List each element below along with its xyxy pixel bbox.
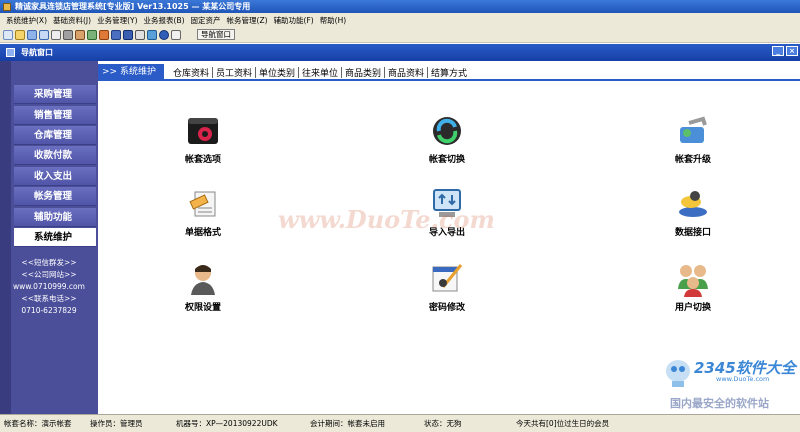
sidebar-info: <<短信群发>> <<公司网站>> www.0710999.com <<联系电话…	[0, 257, 98, 317]
new-doc-icon[interactable]	[3, 29, 13, 40]
account-options-button[interactable]: 帐套选项	[158, 113, 248, 165]
status-bar: 帐套名称：演示帐套 操作员：管理员 机器号：XP—20130922UDK 会计期…	[0, 414, 800, 432]
voucher-format-icon	[189, 191, 216, 217]
nav-window-title: 导航窗口	[21, 48, 53, 57]
account-upgrade-button[interactable]: 帐套升级	[648, 113, 738, 165]
status-operator: 操作员：管理员	[90, 419, 143, 428]
nav-window-header: 导航窗口 _ ×	[0, 44, 800, 61]
minimize-icon[interactable]: _	[772, 46, 784, 56]
tab-product-data[interactable]: 商品资料	[385, 66, 427, 79]
status-state: 状态：无狗	[424, 419, 462, 428]
website-url[interactable]: www.0710999.com	[0, 281, 98, 293]
save-icon[interactable]	[123, 29, 133, 40]
menu-system[interactable]: 系统维护(X)	[3, 15, 50, 26]
password-change-icon	[432, 264, 463, 292]
help-icon[interactable]	[159, 29, 169, 40]
toolbar: 导航窗口	[0, 27, 800, 43]
data-interface-label: 数据接口	[674, 228, 711, 238]
sidebar-item-purchase[interactable]: 采购管理	[14, 85, 96, 104]
voucher-format-button[interactable]: 单据格式	[158, 186, 248, 238]
account-switch-icon	[433, 117, 461, 145]
account-upgrade-label: 帐套升级	[674, 155, 711, 165]
nav-window-icon	[6, 48, 15, 57]
voucher-format-label: 单据格式	[184, 228, 221, 238]
user-icon[interactable]	[75, 29, 85, 40]
duote-watermark: www.DuoTe.com	[278, 205, 495, 234]
phone-label: <<联系电话>>	[21, 294, 77, 303]
table-icon[interactable]	[39, 29, 49, 40]
sidebar-item-aux[interactable]: 辅助功能	[14, 208, 96, 227]
sidebar-item-warehouse[interactable]: 仓库管理	[14, 126, 96, 145]
sidebar-item-payments[interactable]: 收款付款	[14, 146, 96, 165]
chart-icon[interactable]	[99, 29, 109, 40]
sidebar-item-sales[interactable]: 销售管理	[14, 106, 96, 125]
close-icon[interactable]: ×	[786, 46, 798, 56]
info-icon[interactable]	[171, 29, 181, 40]
phone-number: 0710-6237829	[21, 306, 77, 315]
print-icon[interactable]	[135, 29, 145, 40]
account-switch-button[interactable]: 帐套切换	[402, 113, 492, 165]
menu-reports[interactable]: 业务报表(B)	[141, 15, 188, 26]
window-icon[interactable]	[111, 29, 121, 40]
password-change-label: 密码修改	[428, 303, 465, 313]
tab-partners[interactable]: 往来单位	[299, 66, 341, 79]
robot-logo-icon	[666, 360, 690, 387]
window-controls: _ ×	[772, 46, 798, 56]
list-icon[interactable]	[27, 29, 37, 40]
sidebar-item-income[interactable]: 收入支出	[14, 167, 96, 186]
tools-icon[interactable]	[63, 29, 73, 40]
menu-accounts[interactable]: 帐务管理(Z)	[224, 15, 271, 26]
status-birthday: 今天共有[0]位过生日的会员	[516, 419, 610, 428]
tab-warehouse-data[interactable]: 仓库资料	[170, 66, 212, 79]
form-icon[interactable]	[51, 29, 61, 40]
export-icon[interactable]	[147, 29, 157, 40]
module-tab-bar: >> 系统维护 仓库资料 员工资料 单位类别 往来单位 商品类别 商品资料 结算…	[98, 64, 800, 81]
user-switch-icon	[678, 265, 708, 297]
menu-assets[interactable]: 固定资产	[188, 15, 224, 26]
app-icon	[3, 2, 11, 11]
nav-window-button[interactable]: 导航窗口	[197, 29, 235, 40]
tab-current: >> 系统维护	[98, 64, 164, 80]
tab-staff-data[interactable]: 员工资料	[213, 66, 255, 79]
menu-bar: 系统维护(X) 基础资料(J) 业务管理(Y) 业务报表(B) 固定资产 帐务管…	[0, 13, 800, 27]
permission-settings-label: 权限设置	[184, 303, 221, 313]
status-machine: 机器号：XP—20130922UDK	[176, 419, 278, 428]
account-options-label: 帐套选项	[184, 155, 221, 165]
sidebar-strip	[0, 61, 11, 414]
menu-business[interactable]: 业务管理(Y)	[94, 15, 140, 26]
account-upgrade-icon	[680, 116, 707, 143]
site-logo-watermark: 2345软件大全 www.DuoTe.com 国内最安全的软件站	[660, 353, 800, 414]
logo-slogan: 国内最安全的软件站	[670, 397, 769, 410]
settings-icon[interactable]	[87, 29, 97, 40]
data-interface-icon	[679, 191, 707, 217]
website-link-label[interactable]: <<公司网站>>	[0, 269, 98, 281]
permission-settings-button[interactable]: 权限设置	[158, 261, 248, 313]
account-options-icon	[188, 118, 218, 144]
title-bar: 精诚家具连锁店管理系统[专业版] Ver13.1025 — 某某公司专用	[0, 0, 800, 13]
menu-basic-data[interactable]: 基础资料(J)	[50, 15, 94, 26]
window-title: 精诚家具连锁店管理系统[专业版] Ver13.1025 — 某某公司专用	[15, 2, 251, 11]
data-interface-button[interactable]: 数据接口	[648, 186, 738, 238]
sidebar-item-accounts[interactable]: 帐务管理	[14, 187, 96, 206]
sms-link[interactable]: <<短信群发>>	[0, 257, 98, 269]
sidebar-item-system[interactable]: 系统维护	[14, 228, 96, 247]
user-switch-label: 用户切换	[674, 303, 711, 313]
password-change-button[interactable]: 密码修改	[402, 261, 492, 313]
open-icon[interactable]	[15, 29, 25, 40]
tab-settlement[interactable]: 结算方式	[428, 66, 470, 79]
account-switch-label: 帐套切换	[428, 155, 465, 165]
sidebar: 采购管理 销售管理 仓库管理 收款付款 收入支出 帐务管理 辅助功能 系统维护 …	[0, 61, 98, 414]
tab-product-category[interactable]: 商品类别	[342, 66, 384, 79]
tab-unit-category[interactable]: 单位类别	[256, 66, 298, 79]
user-switch-button[interactable]: 用户切换	[648, 261, 738, 313]
logo-url: www.DuoTe.com	[716, 375, 770, 383]
status-account: 帐套名称：演示帐套	[4, 419, 72, 428]
menu-aux[interactable]: 辅助功能(F)	[271, 15, 317, 26]
status-period: 会计期间：帐套未启用	[310, 419, 385, 428]
permission-settings-icon	[191, 265, 215, 295]
menu-help[interactable]: 帮助(H)	[317, 15, 350, 26]
